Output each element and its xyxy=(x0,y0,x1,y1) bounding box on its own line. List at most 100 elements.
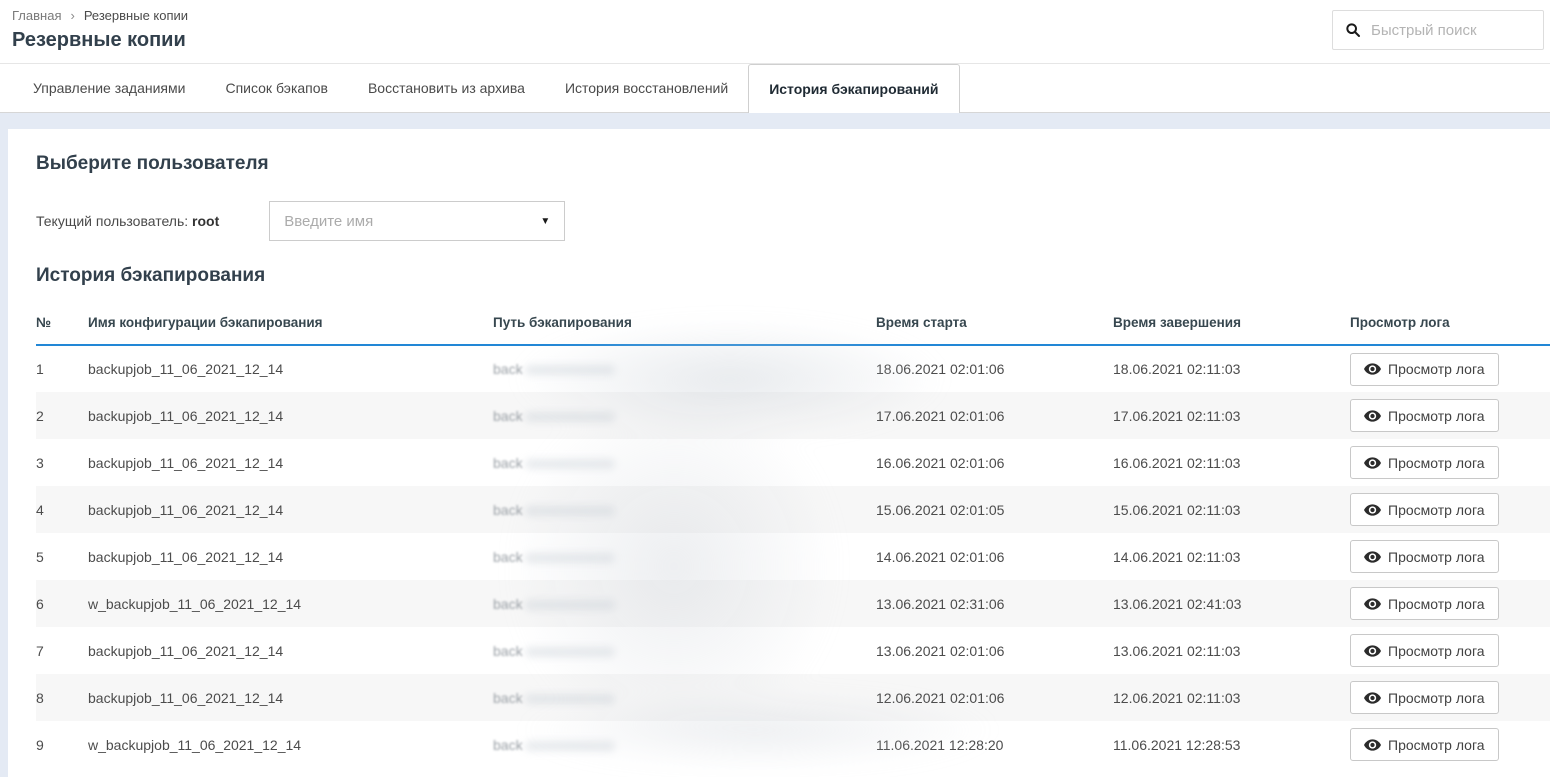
table-row: 2backupjob_11_06_2021_12_14back 17.06.202… xyxy=(36,392,1550,439)
end-time-cell: 13.06.2021 02:41:03 xyxy=(1113,580,1350,627)
column-header-2: Имя конфигурации бэкапирования xyxy=(88,303,493,345)
eye-icon xyxy=(1364,410,1381,422)
view-log-button[interactable]: Просмотр лога xyxy=(1350,353,1499,386)
backup-path-cell: back xyxy=(493,392,876,439)
backup-path-cell: back xyxy=(493,721,876,768)
view-log-button-label: Просмотр лога xyxy=(1388,549,1485,565)
config-name-cell: w_backupjob_11_06_2021_12_14 xyxy=(88,721,493,768)
tab-bar: Управление заданиямиСписок бэкаповВосста… xyxy=(0,63,1550,113)
view-log-button[interactable]: Просмотр лога xyxy=(1350,681,1499,714)
redaction-smudge xyxy=(525,600,615,610)
column-header-3: Путь бэкапирования xyxy=(493,303,876,345)
start-time-cell: 17.06.2021 02:01:06 xyxy=(876,392,1113,439)
view-log-button[interactable]: Просмотр лога xyxy=(1350,446,1499,479)
eye-icon xyxy=(1364,504,1381,516)
current-user-value: root xyxy=(192,213,219,229)
end-time-cell: 16.06.2021 02:11:03 xyxy=(1113,439,1350,486)
view-log-button[interactable]: Просмотр лога xyxy=(1350,728,1499,761)
eye-icon xyxy=(1364,692,1381,704)
content-area: Выберите пользователя Текущий пользовате… xyxy=(0,113,1550,777)
config-name-cell: backupjob_11_06_2021_12_14 xyxy=(88,627,493,674)
end-time-cell: 17.06.2021 02:11:03 xyxy=(1113,392,1350,439)
breadcrumb-home[interactable]: Главная xyxy=(12,8,61,23)
breadcrumb-current: Резервные копии xyxy=(84,8,188,23)
table-body: 1backupjob_11_06_2021_12_14back18.06.202… xyxy=(36,345,1550,768)
user-select-dropdown[interactable]: Введите имя ▼ xyxy=(269,201,565,241)
view-log-button-label: Просмотр лога xyxy=(1388,455,1485,471)
history-heading: История бэкапирования xyxy=(36,265,1550,287)
view-log-button-label: Просмотр лога xyxy=(1388,643,1485,659)
backup-path-redacted-text: back xyxy=(493,737,523,753)
redaction-smudge xyxy=(525,412,615,422)
log-button-cell: Просмотр лога xyxy=(1350,439,1550,486)
breadcrumb-separator-icon: › xyxy=(70,8,74,23)
row-number-cell: 1 xyxy=(36,345,88,392)
user-select-placeholder: Введите имя xyxy=(284,213,373,230)
start-time-cell: 18.06.2021 02:01:06 xyxy=(876,345,1113,392)
tab-4[interactable]: История восстановлений xyxy=(545,64,748,112)
config-name-cell: backupjob_11_06_2021_12_14 xyxy=(88,392,493,439)
backup-path-redacted-text: back xyxy=(493,455,523,471)
current-user-row: Текущий пользователь: root Введите имя ▼ xyxy=(36,201,1550,241)
table-row: 1backupjob_11_06_2021_12_14back 18.06.202… xyxy=(36,345,1550,392)
log-button-cell: Просмотр лога xyxy=(1350,674,1550,721)
config-name-cell: backupjob_11_06_2021_12_14 xyxy=(88,345,493,392)
backup-path-redacted-text: back xyxy=(493,502,523,518)
view-log-button[interactable]: Просмотр лога xyxy=(1350,587,1499,620)
eye-icon xyxy=(1364,598,1381,610)
view-log-button-label: Просмотр лога xyxy=(1388,502,1485,518)
table-row: 6w_backupjob_11_06_2021_12_14back13.06.2… xyxy=(36,580,1550,627)
backup-history-table: №Имя конфигурации бэкапированияПуть бэка… xyxy=(36,303,1550,768)
view-log-button[interactable]: Просмотр лога xyxy=(1350,634,1499,667)
backup-path-redacted-text: back xyxy=(493,643,523,659)
column-header-1: № xyxy=(36,303,88,345)
table-row: 7backupjob_11_06_2021_12_14back13.06.202… xyxy=(36,627,1550,674)
log-button-cell: Просмотр лога xyxy=(1350,345,1550,392)
view-log-button[interactable]: Просмотр лога xyxy=(1350,540,1499,573)
redaction-smudge xyxy=(525,553,615,563)
column-header-4: Время старта xyxy=(876,303,1113,345)
backup-path-redacted-text: back xyxy=(493,596,523,612)
config-name-cell: backupjob_11_06_2021_12_14 xyxy=(88,533,493,580)
search-icon xyxy=(1345,22,1361,38)
quick-search[interactable] xyxy=(1332,10,1544,50)
table-row: 8backupjob_11_06_2021_12_14back12.06.202… xyxy=(36,674,1550,721)
end-time-cell: 12.06.2021 02:11:03 xyxy=(1113,674,1350,721)
redaction-smudge xyxy=(525,647,615,657)
log-button-cell: Просмотр лога xyxy=(1350,721,1550,768)
tab-5-active[interactable]: История бэкапирований xyxy=(748,64,959,113)
start-time-cell: 14.06.2021 02:01:06 xyxy=(876,533,1113,580)
eye-icon xyxy=(1364,363,1381,375)
tab-1[interactable]: Управление заданиями xyxy=(13,64,205,112)
start-time-cell: 13.06.2021 02:01:06 xyxy=(876,627,1113,674)
backup-path-redacted-text: back xyxy=(493,408,523,424)
backup-path-cell: back xyxy=(493,439,876,486)
backup-path-redacted-text: back xyxy=(493,361,523,377)
backup-path-redacted-text: back xyxy=(493,549,523,565)
view-log-button[interactable]: Просмотр лога xyxy=(1350,493,1499,526)
redaction-smudge xyxy=(525,741,615,751)
start-time-cell: 12.06.2021 02:01:06 xyxy=(876,674,1113,721)
breadcrumb: Главная › Резервные копии xyxy=(12,8,1550,23)
row-number-cell: 2 xyxy=(36,392,88,439)
eye-icon xyxy=(1364,645,1381,657)
content-card: Выберите пользователя Текущий пользовате… xyxy=(8,129,1550,777)
table-header-row: №Имя конфигурации бэкапированияПуть бэка… xyxy=(36,303,1550,345)
end-time-cell: 18.06.2021 02:11:03 xyxy=(1113,345,1350,392)
view-log-button-label: Просмотр лога xyxy=(1388,408,1485,424)
tab-2[interactable]: Список бэкапов xyxy=(205,64,348,112)
log-button-cell: Просмотр лога xyxy=(1350,580,1550,627)
row-number-cell: 4 xyxy=(36,486,88,533)
config-name-cell: backupjob_11_06_2021_12_14 xyxy=(88,674,493,721)
config-name-cell: backupjob_11_06_2021_12_14 xyxy=(88,439,493,486)
tab-3[interactable]: Восстановить из архива xyxy=(348,64,545,112)
eye-icon xyxy=(1364,551,1381,563)
backup-path-cell: back xyxy=(493,674,876,721)
backup-path-cell: back xyxy=(493,345,876,392)
column-header-5: Время завершения xyxy=(1113,303,1350,345)
row-number-cell: 3 xyxy=(36,439,88,486)
view-log-button[interactable]: Просмотр лога xyxy=(1350,399,1499,432)
start-time-cell: 13.06.2021 02:31:06 xyxy=(876,580,1113,627)
backup-path-cell: back xyxy=(493,627,876,674)
search-input[interactable] xyxy=(1371,22,1531,39)
